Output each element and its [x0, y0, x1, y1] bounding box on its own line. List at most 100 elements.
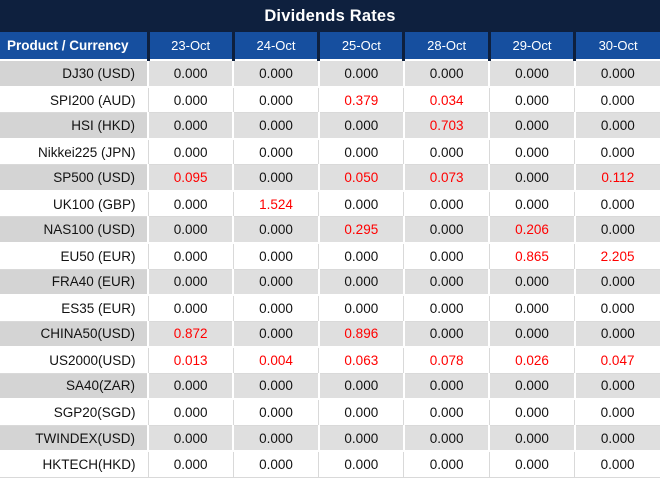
dividends-rates-table: Product / Currency 23-Oct 24-Oct 25-Oct 28-…: [0, 32, 660, 478]
table-row: TWINDEX(USD) 0.000 0.000 0.000 0.000 0.000 0.0…: [0, 425, 660, 453]
rate-cell: 0.000: [318, 60, 405, 88]
rate-cell: 0.703: [403, 112, 491, 140]
rate-cell: 0.000: [403, 321, 491, 349]
table-row: CHINA50(USD) 0.872 0.000 0.896 0.000 0.000 0.0…: [0, 321, 660, 349]
rate-cell: 0.000: [318, 399, 405, 426]
date-column-header: 23-Oct: [146, 32, 234, 61]
rate-cell: 0.000: [233, 373, 320, 401]
rate-cell: 0.000: [233, 138, 320, 166]
date-column-header: 30-Oct: [573, 32, 660, 61]
rate-cell: 0.004: [233, 347, 320, 374]
rate-cell: 0.295: [318, 216, 405, 245]
rate-cell: 0.000: [489, 269, 576, 297]
rate-cell: 0.000: [233, 164, 320, 192]
rate-cell: 0.000: [148, 190, 234, 218]
rate-cell: 0.000: [148, 373, 235, 401]
rate-cell: 0.000: [574, 86, 660, 114]
rate-cell: 0.000: [489, 451, 576, 478]
date-column-header: 29-Oct: [487, 32, 575, 61]
product-cell: SGP20(SGD): [0, 399, 149, 426]
rate-cell: 0.000: [233, 243, 320, 270]
rate-cell: 0.000: [403, 138, 490, 166]
rate-cell: 0.000: [574, 373, 660, 401]
rate-cell: 0.000: [403, 295, 490, 322]
rate-cell: 0.000: [233, 425, 320, 453]
rate-cell: 0.000: [403, 451, 490, 478]
rate-cell: 0.000: [318, 373, 405, 401]
table-row: SPI200 (AUD) 0.000 0.000 0.379 0.034 0.000 0.0…: [0, 86, 660, 114]
rate-cell: 0.000: [574, 269, 660, 297]
rate-cell: 0.000: [403, 269, 491, 297]
rate-cell: 0.000: [489, 112, 576, 140]
rate-cell: 0.872: [148, 321, 235, 349]
table-row: EU50 (EUR) 0.000 0.000 0.000 0.000 0.865 2.205: [0, 243, 660, 270]
rate-cell: 0.000: [574, 112, 660, 140]
rate-cell: 0.000: [574, 425, 660, 453]
rate-cell: 0.047: [574, 347, 660, 374]
rate-cell: 0.000: [318, 451, 405, 478]
product-cell: HKTECH(HKD): [0, 451, 149, 478]
rate-cell: 0.000: [233, 321, 320, 349]
rate-cell: 0.034: [403, 86, 490, 114]
rate-cell: 0.000: [489, 321, 576, 349]
rate-cell: 0.000: [318, 138, 405, 166]
table-row: HSI (HKD) 0.000 0.000 0.000 0.703 0.000 0.000: [0, 112, 660, 140]
rate-cell: 0.000: [403, 216, 491, 245]
rate-cell: 0.379: [318, 86, 405, 114]
product-cell: TWINDEX(USD): [0, 425, 149, 453]
table-row: UK100 (GBP) 0.000 1.524 0.000 0.000 0.000 0.00…: [0, 190, 660, 218]
product-cell: UK100 (GBP): [0, 190, 149, 218]
product-currency-header: Product / Currency: [0, 32, 148, 61]
rate-cell: 0.000: [233, 216, 320, 245]
product-cell: EU50 (EUR): [0, 243, 149, 270]
header-row: Product / Currency 23-Oct 24-Oct 25-Oct 28-…: [0, 32, 660, 61]
rate-cell: 0.000: [403, 190, 490, 218]
rate-cell: 0.000: [148, 112, 235, 140]
rate-cell: 0.000: [148, 269, 235, 297]
product-cell: US2000(USD): [0, 347, 149, 374]
rate-cell: 0.073: [403, 164, 491, 192]
rate-cell: 0.000: [318, 269, 405, 297]
table-row: FRA40 (EUR) 0.000 0.000 0.000 0.000 0.000 0.00…: [0, 269, 660, 297]
table-body: DJ30 (USD) 0.000 0.000 0.000 0.000 0.000 0.000…: [0, 60, 660, 478]
rate-cell: 0.000: [318, 295, 405, 322]
rate-cell: 0.000: [148, 216, 235, 245]
rate-cell: 0.000: [148, 451, 234, 478]
rate-cell: 0.000: [403, 60, 491, 88]
rate-cell: 0.000: [489, 60, 576, 88]
rate-cell: 0.000: [489, 86, 576, 114]
rate-cell: 0.000: [574, 190, 660, 218]
date-column-header: 28-Oct: [402, 32, 490, 61]
product-cell: HSI (HKD): [0, 112, 149, 140]
rate-cell: 0.896: [318, 321, 405, 349]
table-row: HKTECH(HKD) 0.000 0.000 0.000 0.000 0.000 0.00…: [0, 451, 660, 478]
rate-cell: 0.000: [403, 373, 491, 401]
rate-cell: 0.095: [148, 164, 235, 192]
rate-cell: 0.026: [489, 347, 576, 374]
rate-cell: 0.000: [574, 295, 660, 322]
rate-cell: 0.063: [318, 347, 405, 374]
rate-cell: 0.000: [318, 112, 405, 140]
rate-cell: 0.000: [148, 425, 235, 453]
product-cell: Nikkei225 (JPN): [0, 138, 149, 166]
rate-cell: 0.000: [148, 86, 234, 114]
rate-cell: 0.000: [148, 295, 234, 322]
rate-cell: 0.000: [233, 269, 320, 297]
rate-cell: 0.000: [574, 216, 660, 245]
rate-cell: 0.000: [574, 60, 660, 88]
rate-cell: 0.000: [403, 243, 490, 270]
product-cell: CHINA50(USD): [0, 321, 149, 349]
rate-cell: 0.000: [489, 373, 576, 401]
rate-cell: 0.206: [489, 216, 576, 245]
rate-cell: 0.000: [233, 451, 320, 478]
rate-cell: 0.000: [233, 60, 320, 88]
rate-cell: 0.000: [489, 138, 576, 166]
rate-cell: 0.865: [489, 243, 576, 270]
rate-cell: 0.000: [233, 295, 320, 322]
rate-cell: 0.000: [574, 321, 660, 349]
rate-cell: 0.000: [574, 138, 660, 166]
product-cell: FRA40 (EUR): [0, 269, 149, 297]
rate-cell: 0.000: [574, 451, 660, 478]
rate-cell: 0.000: [489, 164, 576, 192]
rate-cell: 0.000: [148, 399, 234, 426]
